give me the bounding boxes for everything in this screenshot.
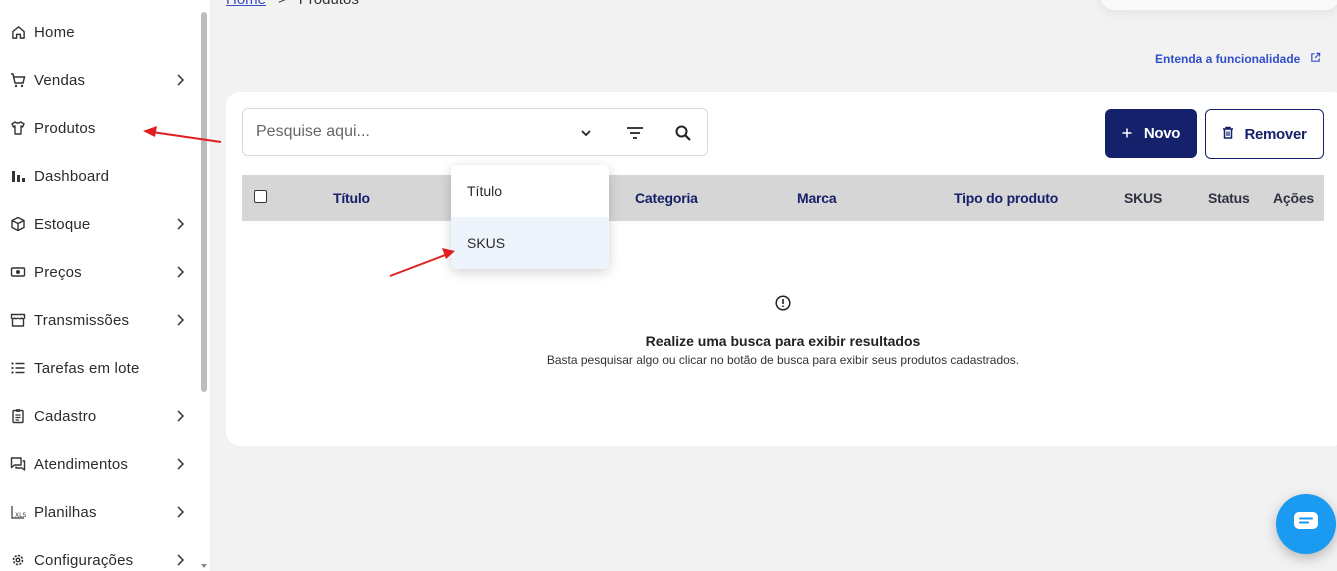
sidebar-item-label: Produtos: [34, 119, 96, 137]
breadcrumb: Home > Produtos: [226, 0, 359, 8]
breadcrumb-home-link[interactable]: Home: [226, 0, 266, 8]
sidebar-item-vendas[interactable]: Vendas: [0, 60, 200, 100]
chevron-right-icon: [172, 264, 188, 280]
help-link-label: Entenda a funcionalidade: [1155, 52, 1301, 66]
trash-icon: [1222, 126, 1234, 143]
store-icon: [10, 312, 26, 328]
new-product-button[interactable]: Novo: [1105, 109, 1197, 158]
sidebar-item-precos[interactable]: Preços: [0, 252, 200, 292]
chat-bubble-icon: [1293, 511, 1319, 538]
external-link-icon: [1310, 52, 1321, 66]
sidebar-item-atendimentos[interactable]: Atendimentos: [0, 444, 200, 484]
money-icon: [10, 264, 26, 280]
top-bar-shadow: [1100, 0, 1337, 10]
dropdown-option-titulo[interactable]: Título: [451, 165, 609, 217]
chat-button[interactable]: [1276, 494, 1336, 554]
chat-icon: [10, 456, 26, 472]
home-icon: [10, 24, 26, 40]
column-header-status[interactable]: Status: [1208, 190, 1250, 206]
chevron-right-icon: [172, 504, 188, 520]
sidebar-item-configuracoes[interactable]: Configurações: [0, 540, 200, 571]
chevron-right-icon: [172, 456, 188, 472]
chevron-right-icon: [172, 552, 188, 568]
box-icon: [10, 216, 26, 232]
column-header-skus[interactable]: SKUS: [1124, 190, 1162, 206]
column-header-acoes: Ações: [1273, 190, 1315, 206]
sidebar-item-label: Atendimentos: [34, 455, 129, 473]
empty-state-title: Realize uma busca para exibir resultados: [645, 333, 921, 349]
select-all-checkbox[interactable]: [254, 190, 267, 203]
empty-state-subtitle: Basta pesquisar algo ou clicar no botão …: [546, 353, 1020, 367]
list-icon: [10, 360, 26, 376]
sidebar-item-label: Configurações: [34, 551, 134, 569]
svg-text:XLS: XLS: [15, 512, 26, 519]
sidebar-item-cadastro[interactable]: Cadastro: [0, 396, 200, 436]
column-header-marca[interactable]: Marca: [797, 190, 837, 206]
new-button-label: Novo: [1143, 125, 1181, 142]
remove-button[interactable]: Remover: [1205, 109, 1324, 159]
gear-icon: [10, 552, 26, 568]
sidebar-item-label: Cadastro: [34, 407, 97, 425]
sidebar-item-label: Home: [34, 23, 75, 41]
sidebar: Home Vendas Produtos Dashboard Estoque P…: [0, 0, 211, 571]
sidebar-scrollbar[interactable]: [201, 12, 207, 392]
filter-icon[interactable]: [624, 122, 646, 144]
remove-button-label: Remover: [1244, 125, 1307, 143]
search-input[interactable]: [256, 123, 556, 141]
sidebar-item-label: Tarefas em lote: [34, 359, 140, 377]
breadcrumb-current: Produtos: [299, 0, 359, 8]
scroll-down-arrow-icon[interactable]: [200, 562, 208, 570]
column-header-categoria[interactable]: Categoria: [635, 190, 698, 206]
clipboard-icon: [10, 408, 26, 424]
sidebar-item-planilhas[interactable]: XLS Planilhas: [0, 492, 200, 532]
chevron-right-icon: [172, 312, 188, 328]
info-circle-icon: [775, 295, 791, 311]
sidebar-item-label: Vendas: [34, 71, 86, 89]
sidebar-item-dashboard[interactable]: Dashboard: [0, 156, 200, 196]
column-header-titulo[interactable]: Título: [333, 190, 370, 206]
xls-icon: XLS: [10, 504, 26, 520]
dropdown-option-skus[interactable]: SKUS: [451, 217, 609, 269]
table-header: Título Categoria Marca Tipo do produto S…: [242, 175, 1324, 221]
search-box: [242, 108, 708, 156]
sidebar-item-label: Preços: [34, 263, 82, 281]
shirt-icon: [10, 120, 26, 136]
sidebar-item-produtos[interactable]: Produtos: [0, 108, 200, 148]
sidebar-item-label: Estoque: [34, 215, 91, 233]
chevron-down-icon[interactable]: [575, 122, 597, 144]
sidebar-item-home[interactable]: Home: [0, 12, 200, 52]
bar-chart-icon: [10, 168, 26, 184]
chevron-right-icon: [172, 72, 188, 88]
sidebar-item-transmissoes[interactable]: Transmissões: [0, 300, 200, 340]
sidebar-item-label: Transmissões: [34, 311, 130, 329]
sidebar-item-tarefas-em-lote[interactable]: Tarefas em lote: [0, 348, 200, 388]
chevron-right-icon: [172, 408, 188, 424]
sidebar-item-label: Dashboard: [34, 167, 110, 185]
search-field-dropdown: Título SKUS: [451, 165, 609, 269]
sidebar-item-label: Planilhas: [34, 503, 97, 521]
search-icon[interactable]: [672, 122, 694, 144]
sidebar-item-estoque[interactable]: Estoque: [0, 204, 200, 244]
chevron-right-icon: [172, 216, 188, 232]
breadcrumb-separator: >: [278, 0, 287, 8]
cart-icon: [10, 72, 26, 88]
column-header-tipo-do-produto[interactable]: Tipo do produto: [954, 190, 1058, 206]
plus-icon: [1122, 125, 1132, 142]
help-link[interactable]: Entenda a funcionalidade: [1155, 52, 1321, 66]
